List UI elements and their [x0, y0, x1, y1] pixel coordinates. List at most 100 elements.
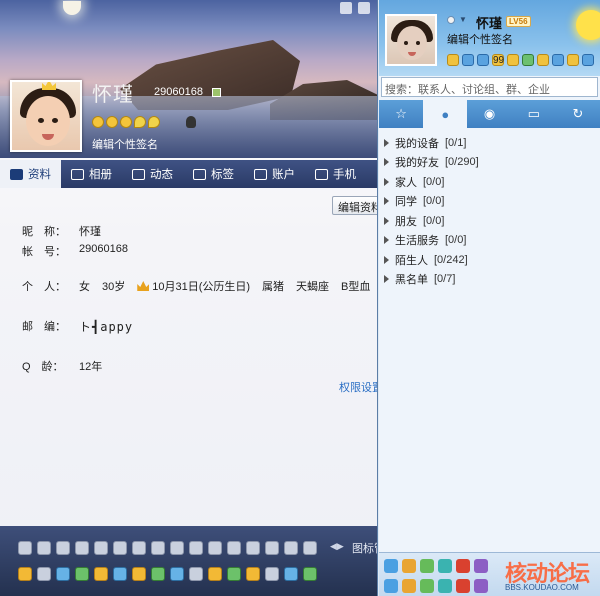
group-item-devices[interactable]: 我的设备 [0/1]	[384, 133, 479, 153]
badge-icon[interactable]	[208, 541, 222, 555]
badge-icon[interactable]	[75, 541, 89, 555]
tab-tags[interactable]: 标签	[183, 160, 244, 188]
app-icon[interactable]	[420, 559, 434, 573]
message-manager-icon[interactable]	[420, 579, 434, 593]
cart-icon[interactable]	[507, 54, 519, 66]
chat-icon: ▭	[527, 106, 540, 121]
clover-icon[interactable]	[113, 567, 127, 581]
app-icon[interactable]	[151, 567, 165, 581]
weibo-icon[interactable]	[462, 54, 474, 66]
chat-icon[interactable]	[75, 567, 89, 581]
plus-icon[interactable]	[582, 54, 594, 66]
edit-profile-button[interactable]: 编辑资料	[332, 196, 377, 215]
icon-manage-link[interactable]: 图标管	[352, 540, 377, 556]
badge-icon[interactable]	[246, 541, 260, 555]
group-item-friends[interactable]: 我的好友 [0/290]	[384, 153, 479, 173]
badge-icon[interactable]	[189, 541, 203, 555]
app-icon[interactable]	[456, 559, 470, 573]
app-icon[interactable]	[474, 579, 488, 593]
chevron-down-icon[interactable]: ▼	[459, 15, 467, 24]
weather-sun-icon[interactable]	[576, 10, 600, 40]
app-icon[interactable]	[170, 567, 184, 581]
skin-icon[interactable]	[340, 2, 352, 14]
tab-discussions[interactable]: ▭	[512, 100, 556, 128]
window-controls	[340, 2, 370, 14]
app-icon[interactable]	[227, 567, 241, 581]
crown-icon	[137, 281, 150, 291]
star-icon[interactable]	[447, 54, 459, 66]
chevron-right-icon	[384, 197, 389, 206]
qq-quick-icons: 99	[447, 54, 594, 66]
tab-phone[interactable]: 手机	[305, 160, 366, 188]
qq-avatar[interactable]	[385, 14, 437, 66]
crown-icon	[42, 82, 56, 90]
tab-album[interactable]: 相册	[61, 160, 122, 188]
qq-signature[interactable]: 编辑个性签名	[447, 31, 513, 47]
app-icon[interactable]	[384, 559, 398, 573]
play-icon[interactable]	[438, 559, 452, 573]
app-icon[interactable]	[208, 567, 222, 581]
chevron-right-icon	[384, 138, 389, 147]
app-icon[interactable]	[303, 567, 317, 581]
star-icon[interactable]	[18, 567, 32, 581]
app-icon[interactable]	[474, 559, 488, 573]
tab-groups[interactable]: ◉	[467, 100, 511, 128]
app-icon[interactable]	[189, 567, 203, 581]
card-icon	[10, 168, 23, 180]
profile-avatar[interactable]	[10, 80, 82, 152]
app-shortcut-row	[384, 559, 488, 573]
group-item-classmates[interactable]: 同学 [0/0]	[384, 192, 479, 212]
app-icon[interactable]	[56, 567, 70, 581]
tab-favorites[interactable]: ☆	[379, 100, 423, 128]
badge-icon[interactable]	[227, 541, 241, 555]
wallet-icon[interactable]	[522, 54, 534, 66]
mail-icon[interactable]	[477, 54, 489, 66]
scroll-arrows-icon[interactable]: ◀▶	[330, 541, 344, 552]
badge-icon[interactable]	[18, 541, 32, 555]
qq-penguin-icon[interactable]	[384, 579, 398, 593]
online-status-icon[interactable]	[447, 16, 455, 24]
tab-contacts[interactable]: ●	[423, 100, 468, 128]
group-item-services[interactable]: 生活服务 [0/0]	[384, 231, 479, 251]
qzone-icon[interactable]	[567, 54, 579, 66]
app-box-icon[interactable]	[456, 579, 470, 593]
settings-icon[interactable]	[402, 579, 416, 593]
group-item-blacklist[interactable]: 黑名单 [0/7]	[384, 270, 479, 290]
tab-recent[interactable]: ↻	[556, 100, 600, 128]
profile-signature[interactable]: 编辑个性签名	[92, 136, 158, 152]
bookmark-icon	[193, 168, 206, 180]
badge-icon[interactable]	[94, 541, 108, 555]
app-icon[interactable]	[132, 567, 146, 581]
tab-feed[interactable]: 动态	[122, 160, 183, 188]
zone-icon[interactable]	[537, 54, 549, 66]
close-icon[interactable]	[358, 2, 370, 14]
qq-main-panel: ▼ 怀瑾 LV56 编辑个性签名 99 搜索：联系人、讨论组、群、企业 ☆ ● …	[379, 0, 600, 596]
app-icon[interactable]	[265, 567, 279, 581]
group-item-strangers[interactable]: 陌生人 [0/242]	[384, 250, 479, 270]
group-item-friends-2[interactable]: 朋友 [0/0]	[384, 211, 479, 231]
app-icon-row	[18, 567, 317, 581]
permission-settings-link[interactable]: 权限设置	[339, 379, 377, 395]
badge-icon[interactable]	[56, 541, 70, 555]
badge-icon[interactable]	[132, 541, 146, 555]
badge-icon[interactable]	[37, 541, 51, 555]
tab-info[interactable]: 资料	[0, 160, 61, 188]
app-icon[interactable]	[246, 567, 260, 581]
badge-icon[interactable]	[170, 541, 184, 555]
app-icon[interactable]	[402, 559, 416, 573]
badge-icon[interactable]	[284, 541, 298, 555]
camera-icon[interactable]	[37, 567, 51, 581]
file-icon[interactable]	[438, 579, 452, 593]
badge-icon[interactable]	[151, 541, 165, 555]
tab-account[interactable]: 账户	[244, 160, 305, 188]
app-icon[interactable]	[94, 567, 108, 581]
pet-icon[interactable]	[552, 54, 564, 66]
emoji-toolbar: ◀▶ 图标管	[0, 526, 377, 596]
postcode-row: 邮 编： ト┫appy	[22, 320, 134, 334]
badge-icon[interactable]	[113, 541, 127, 555]
badge-icon[interactable]	[303, 541, 317, 555]
badge-icon[interactable]	[265, 541, 279, 555]
contact-search-input[interactable]: 搜索：联系人、讨论组、群、企业	[381, 77, 598, 97]
app-icon[interactable]	[284, 567, 298, 581]
group-item-family[interactable]: 家人 [0/0]	[384, 172, 479, 192]
